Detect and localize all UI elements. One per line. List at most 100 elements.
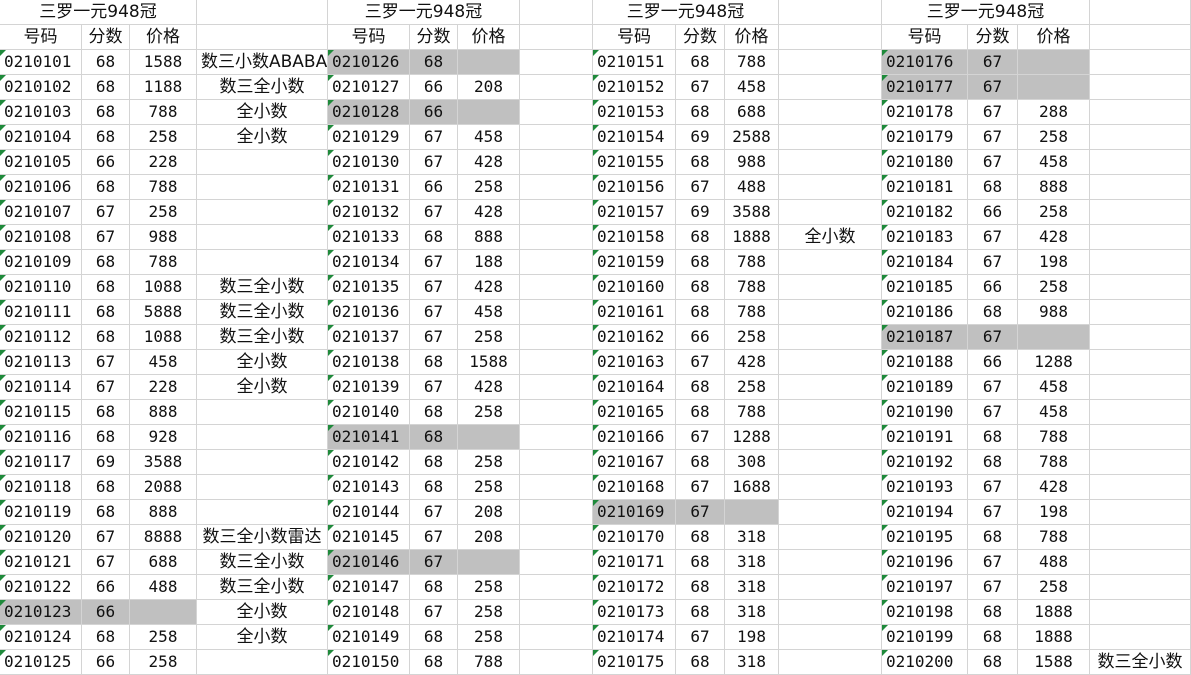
row-price[interactable]: 888 (1018, 175, 1090, 200)
block-title[interactable]: 三罗一元948冠 (328, 0, 520, 25)
row-price[interactable]: 1288 (1018, 350, 1090, 375)
row-note[interactable] (197, 450, 328, 475)
row-score[interactable]: 67 (968, 375, 1018, 400)
row-code[interactable]: 0210134 (328, 250, 410, 275)
row-score[interactable]: 66 (82, 600, 130, 625)
row-note[interactable] (520, 575, 593, 600)
row-note[interactable] (779, 0, 882, 25)
row-code[interactable]: 0210140 (328, 400, 410, 425)
row-score[interactable]: 68 (676, 275, 725, 300)
row-note[interactable] (520, 425, 593, 450)
row-price[interactable]: 308 (725, 450, 779, 475)
row-score[interactable]: 68 (410, 425, 458, 450)
row-price[interactable]: 8888 (130, 525, 197, 550)
row-score[interactable]: 68 (82, 625, 130, 650)
row-code[interactable]: 0210137 (328, 325, 410, 350)
row-score[interactable]: 67 (82, 200, 130, 225)
row-note[interactable] (520, 525, 593, 550)
row-note[interactable] (779, 550, 882, 575)
row-note[interactable]: 数三全小数 (197, 550, 328, 575)
row-note[interactable] (520, 0, 593, 25)
row-note[interactable] (1090, 200, 1191, 225)
row-note[interactable] (520, 300, 593, 325)
row-code[interactable]: 0210153 (593, 100, 676, 125)
row-code[interactable]: 0210139 (328, 375, 410, 400)
row-price[interactable]: 428 (1018, 475, 1090, 500)
row-score[interactable]: 68 (676, 375, 725, 400)
row-price[interactable]: 198 (1018, 500, 1090, 525)
row-note[interactable] (520, 125, 593, 150)
row-note[interactable]: 全小数 (197, 600, 328, 625)
row-code[interactable]: 0210122 (0, 575, 82, 600)
row-code[interactable]: 0210128 (328, 100, 410, 125)
row-note[interactable] (520, 175, 593, 200)
row-note[interactable]: 全小数 (197, 100, 328, 125)
row-score[interactable]: 68 (82, 50, 130, 75)
row-code[interactable]: 0210173 (593, 600, 676, 625)
row-price[interactable]: 258 (1018, 575, 1090, 600)
row-score[interactable]: 68 (410, 625, 458, 650)
row-note[interactable] (1090, 325, 1191, 350)
row-score[interactable]: 67 (410, 250, 458, 275)
row-code[interactable]: 0210200 (882, 650, 968, 675)
row-note[interactable] (520, 400, 593, 425)
row-code[interactable]: 0210142 (328, 450, 410, 475)
row-code[interactable]: 0210180 (882, 150, 968, 175)
row-price[interactable]: 988 (130, 225, 197, 250)
row-note[interactable] (197, 0, 328, 25)
row-score[interactable]: 68 (410, 650, 458, 675)
row-code[interactable]: 0210121 (0, 550, 82, 575)
row-code[interactable]: 0210124 (0, 625, 82, 650)
row-note[interactable] (197, 250, 328, 275)
row-note[interactable] (779, 375, 882, 400)
row-price[interactable]: 258 (725, 375, 779, 400)
row-price[interactable]: 688 (130, 550, 197, 575)
row-note[interactable] (520, 75, 593, 100)
row-score[interactable]: 68 (410, 400, 458, 425)
row-price[interactable]: 258 (1018, 125, 1090, 150)
row-note[interactable]: 数三全小数 (197, 575, 328, 600)
row-note[interactable] (197, 225, 328, 250)
row-price[interactable]: 258 (1018, 275, 1090, 300)
row-score[interactable]: 67 (968, 400, 1018, 425)
row-note[interactable] (1090, 550, 1191, 575)
row-note[interactable] (779, 500, 882, 525)
row-note[interactable] (779, 200, 882, 225)
row-price[interactable]: 458 (458, 125, 520, 150)
row-price[interactable] (458, 50, 520, 75)
row-note[interactable]: 数三全小数雷达 (197, 525, 328, 550)
row-code[interactable]: 0210119 (0, 500, 82, 525)
row-note[interactable]: 数三全小数 (197, 75, 328, 100)
row-code[interactable]: 0210125 (0, 650, 82, 675)
row-code[interactable]: 0210186 (882, 300, 968, 325)
row-code[interactable]: 0210101 (0, 50, 82, 75)
row-note[interactable] (1090, 575, 1191, 600)
row-price[interactable]: 258 (458, 325, 520, 350)
row-score[interactable]: 68 (676, 575, 725, 600)
row-code[interactable]: 0210127 (328, 75, 410, 100)
row-price[interactable] (1018, 325, 1090, 350)
row-price[interactable]: 1688 (725, 475, 779, 500)
row-note[interactable] (779, 650, 882, 675)
row-code[interactable]: 0210147 (328, 575, 410, 600)
row-score[interactable]: 67 (968, 475, 1018, 500)
row-note[interactable] (779, 275, 882, 300)
row-score[interactable]: 67 (410, 150, 458, 175)
row-score[interactable]: 67 (676, 475, 725, 500)
row-code[interactable]: 0210159 (593, 250, 676, 275)
row-price[interactable]: 428 (458, 150, 520, 175)
row-note[interactable] (520, 325, 593, 350)
row-score[interactable]: 69 (676, 125, 725, 150)
row-score[interactable]: 68 (676, 600, 725, 625)
row-score[interactable]: 68 (82, 275, 130, 300)
row-score[interactable]: 67 (676, 75, 725, 100)
row-code[interactable]: 0210168 (593, 475, 676, 500)
row-note[interactable]: 全小数 (197, 350, 328, 375)
row-code[interactable]: 0210193 (882, 475, 968, 500)
row-code[interactable]: 0210156 (593, 175, 676, 200)
row-price[interactable]: 1888 (1018, 625, 1090, 650)
row-price[interactable]: 258 (725, 325, 779, 350)
row-price[interactable]: 888 (458, 225, 520, 250)
row-code[interactable]: 0210169 (593, 500, 676, 525)
row-code[interactable]: 0210104 (0, 125, 82, 150)
